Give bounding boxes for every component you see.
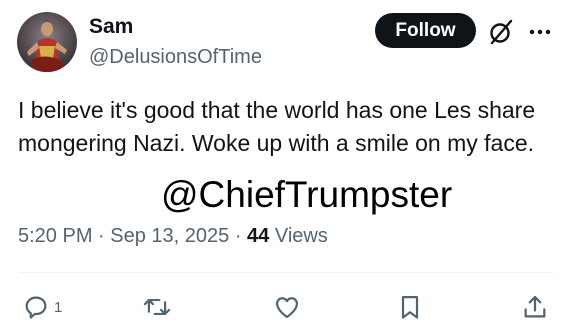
bookmark-icon [401,295,419,319]
tweet-card: Sam @DelusionsOfTime Follow I believe it… [0,0,571,334]
user-handle[interactable]: @DelusionsOfTime [89,44,262,70]
follow-button[interactable]: Follow [375,13,476,48]
heart-icon [275,297,299,319]
grok-slash-icon[interactable] [488,19,514,45]
meta-separator: · [92,225,111,247]
tweet-date[interactable]: Sep 13, 2025 [110,225,229,247]
avatar[interactable] [17,12,77,72]
repost-button[interactable] [142,290,172,324]
reply-icon [25,296,47,319]
display-name[interactable]: Sam [89,14,133,40]
divider [18,272,553,273]
bookmark-button[interactable] [396,290,424,324]
more-dots-icon[interactable] [527,20,555,44]
reply-count: 1 [54,298,63,316]
reply-button[interactable]: 1 [22,290,62,324]
tweet-time[interactable]: 5:20 PM [18,225,92,247]
tweet-meta: 5:20 PM · Sep 13, 2025 · 44 Views [18,223,328,249]
views-count[interactable]: 44 [247,225,269,247]
views-label: Views [269,225,328,247]
avatar-image [17,12,77,72]
watermark-handle: @ChiefTrumpster [161,174,453,215]
share-button[interactable] [521,290,549,324]
repost-icon [143,298,171,316]
tweet-text: I believe it's good that the world has o… [18,97,536,156]
meta-separator: · [229,225,248,247]
share-icon [524,295,546,318]
like-button[interactable] [273,290,301,324]
